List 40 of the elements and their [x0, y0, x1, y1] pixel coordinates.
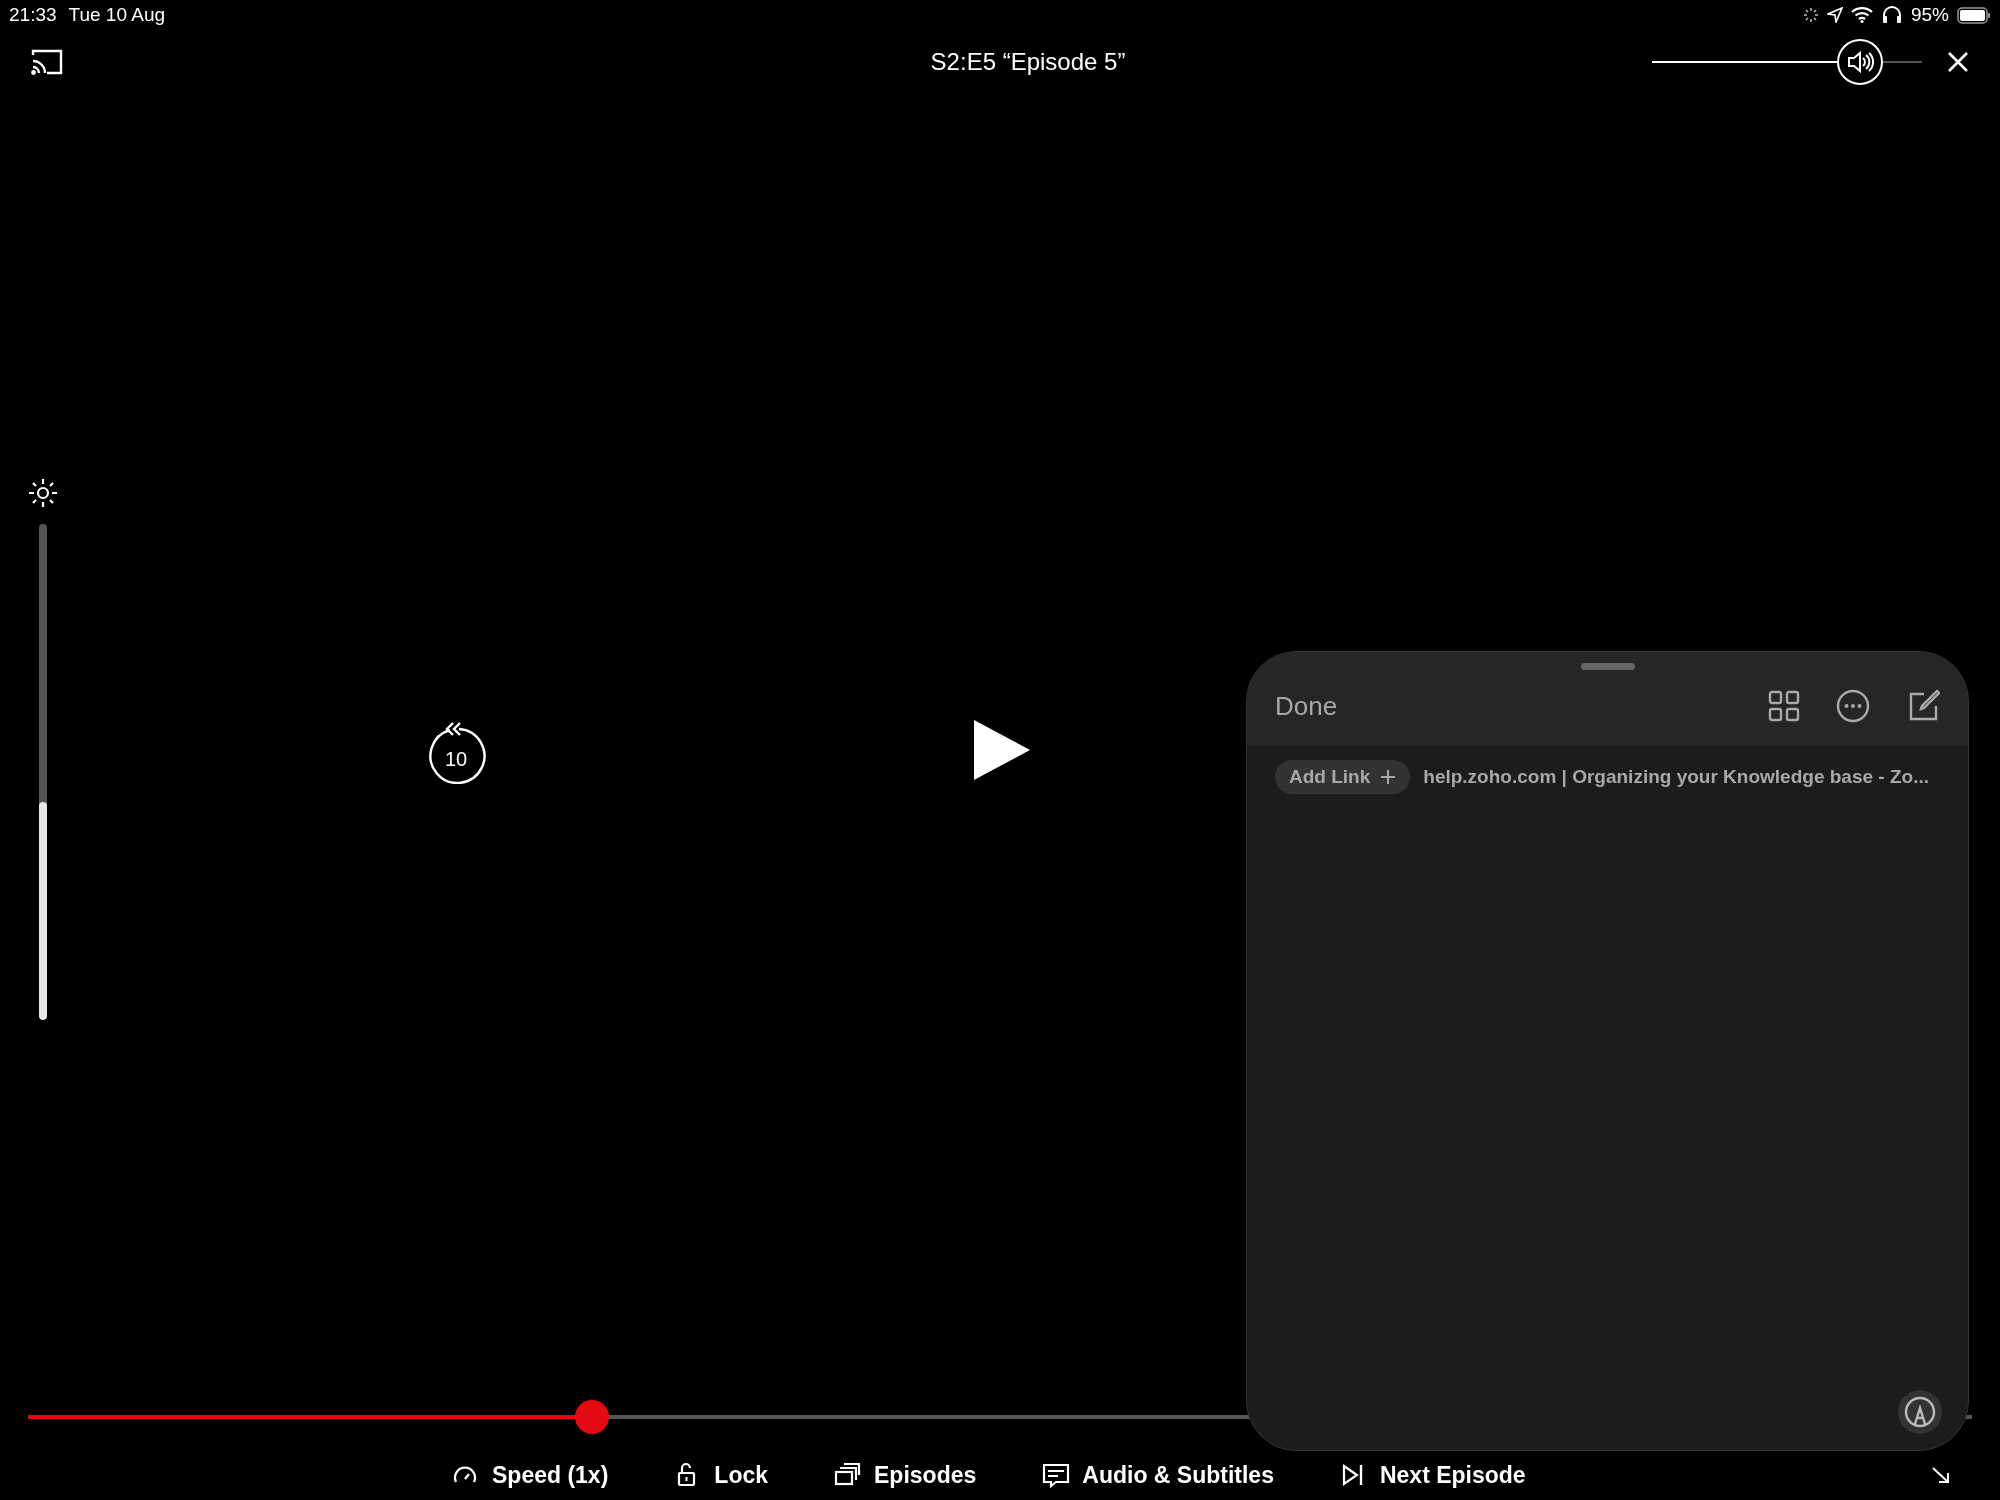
subtitles-button[interactable]: Audio & Subtitles	[1042, 1458, 1274, 1493]
cast-icon	[30, 48, 64, 76]
more-icon	[1836, 689, 1870, 723]
battery-icon	[1957, 6, 1991, 24]
progress-thumb[interactable]	[574, 1400, 609, 1434]
speaker-icon	[1845, 50, 1874, 74]
lock-button[interactable]: Lock	[674, 1458, 768, 1493]
markup-button[interactable]	[1898, 1390, 1942, 1434]
episodes-button[interactable]: Episodes	[834, 1458, 977, 1493]
episode-title: S2:E5 “Episode 5”	[930, 47, 1126, 77]
done-button[interactable]: Done	[1275, 686, 1338, 726]
brightness-slider[interactable]	[39, 524, 47, 1020]
play-icon	[972, 718, 1032, 782]
cast-button[interactable]	[30, 47, 64, 77]
close-icon	[1946, 50, 1970, 74]
grabber-handle[interactable]	[1581, 663, 1635, 670]
play-button[interactable]	[972, 718, 1032, 782]
location-icon	[1826, 7, 1843, 23]
link-title[interactable]: help.zoho.com | Organizing your Knowledge base - Zo...	[1423, 762, 1929, 792]
status-time: 21:33	[9, 2, 57, 27]
grid-icon	[1768, 690, 1800, 722]
next-button[interactable]: Next Episode	[1339, 1458, 1526, 1493]
activity-icon	[1802, 7, 1819, 23]
close-button[interactable]	[1946, 50, 1970, 74]
more-button[interactable]	[1836, 689, 1870, 723]
grid-button[interactable]	[1768, 690, 1800, 722]
brightness-icon	[28, 478, 58, 508]
pen-tip-icon	[1904, 1396, 1936, 1428]
add-link-button[interactable]: Add Link	[1275, 760, 1411, 794]
wifi-icon	[1850, 7, 1873, 23]
resize-arrow-icon	[1930, 1465, 1952, 1485]
headphones-icon	[1880, 6, 1903, 24]
subtitles-icon	[1042, 1462, 1071, 1489]
plus-icon	[1380, 769, 1397, 785]
battery-percent: 95%	[1910, 2, 1949, 27]
status-date: Tue 10 Aug	[68, 2, 166, 27]
speed-button[interactable]: Speed (1x)	[452, 1458, 609, 1493]
volume-thumb[interactable]	[1836, 39, 1883, 85]
skip-back-button[interactable]: 10	[426, 716, 486, 784]
volume-slider[interactable]	[1652, 39, 1922, 85]
